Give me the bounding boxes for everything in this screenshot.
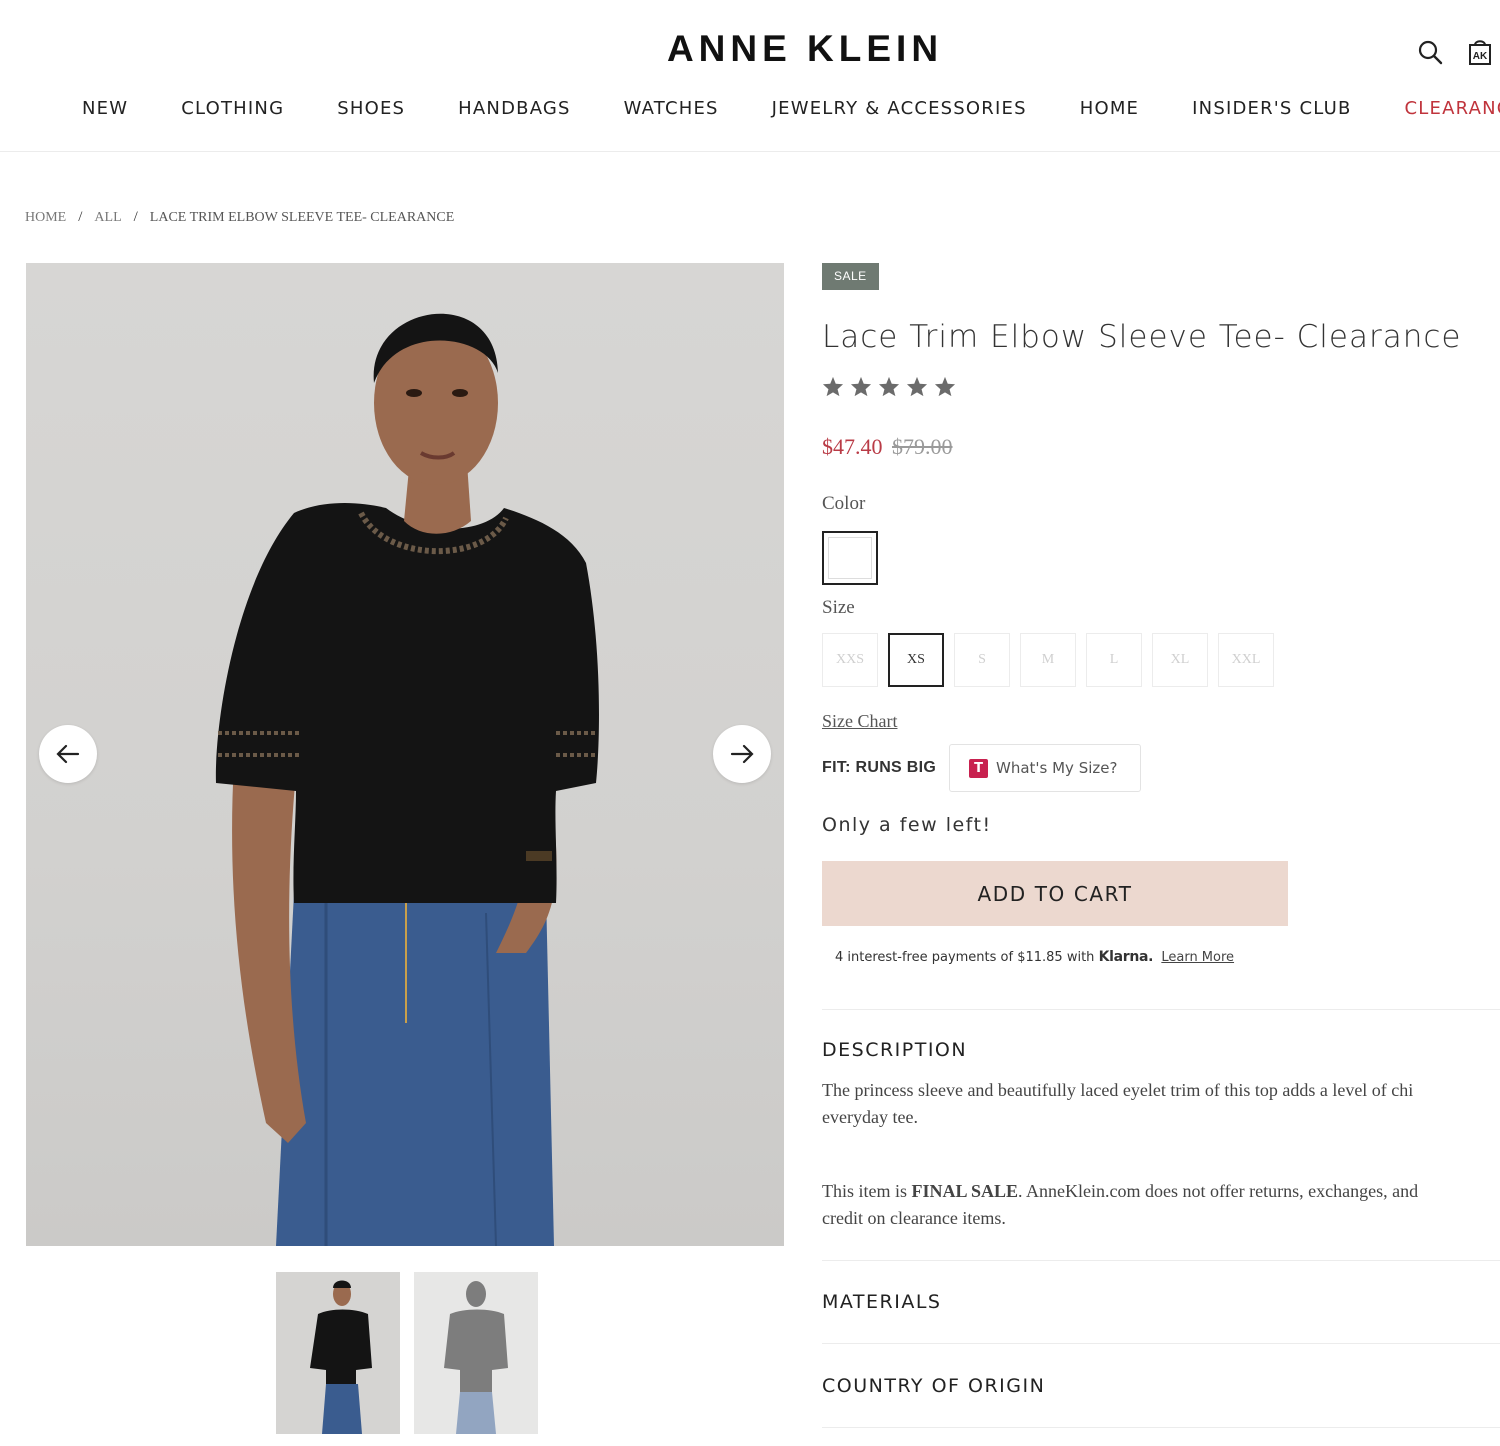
cart-icon-text: AK	[1473, 51, 1488, 62]
final-sale-bold: FINAL SALE	[911, 1181, 1019, 1201]
size-label: Size	[822, 597, 855, 618]
original-price: $79.00	[892, 434, 953, 459]
header-icons: AK	[1416, 38, 1494, 66]
size-option-m[interactable]: M	[1020, 633, 1076, 687]
thumbnail-front-image	[310, 1280, 372, 1434]
add-to-cart-button[interactable]: ADD TO CART	[822, 861, 1288, 926]
fit-note: FIT: RUNS BIG	[822, 759, 937, 776]
final-sale-line: This item is FINAL SALE. AnneKlein.com d…	[822, 1178, 1500, 1205]
description-text: The princess sleeve and beautifully lace…	[822, 1077, 1500, 1131]
model-illustration	[215, 313, 599, 1246]
final-sale-line: credit on clearance items.	[822, 1208, 1006, 1228]
final-sale-post: . AnneKlein.com does not offer returns, …	[1018, 1181, 1419, 1201]
cart-icon[interactable]: AK	[1466, 38, 1494, 66]
size-option-s[interactable]: S	[954, 633, 1010, 687]
divider	[822, 1009, 1500, 1010]
final-sale-pre: This item is	[822, 1181, 912, 1201]
price: $47.40 $79.00	[822, 434, 953, 460]
klarna-learn-more-link[interactable]: Learn More	[1161, 950, 1234, 965]
nav-item-insiders-club[interactable]: INSIDER'S CLUB	[1192, 98, 1351, 119]
sale-price: $47.40	[822, 434, 883, 459]
star-icon	[906, 376, 928, 397]
nav-item-new[interactable]: NEW	[82, 98, 128, 119]
main-nav: NEW CLOTHING SHOES HANDBAGS WATCHES JEWE…	[82, 98, 1500, 119]
breadcrumb: HOME / ALL / LACE TRIM ELBOW SLEEVE TEE-…	[25, 209, 454, 226]
size-option-xxl[interactable]: XXL	[1218, 633, 1274, 687]
color-swatch-white[interactable]	[822, 531, 878, 585]
thumbnail-back-image	[444, 1281, 508, 1434]
description-line: The princess sleeve and beautifully lace…	[822, 1080, 1414, 1100]
size-option-xl[interactable]: XL	[1152, 633, 1208, 687]
nav-item-jewelry[interactable]: JEWELRY & ACCESSORIES	[772, 98, 1027, 119]
breadcrumb-separator: /	[133, 209, 138, 225]
nav-item-handbags[interactable]: HANDBAGS	[458, 98, 571, 119]
nav-item-watches[interactable]: WATCHES	[624, 98, 719, 119]
breadcrumb-home[interactable]: HOME	[25, 210, 66, 226]
size-chart-link[interactable]: Size Chart	[822, 711, 897, 732]
divider	[822, 1260, 1500, 1261]
whats-my-size-label: What's My Size?	[996, 759, 1118, 777]
description-line: everyday tee.	[822, 1107, 918, 1127]
gallery-next-button[interactable]	[713, 725, 771, 783]
nav-item-home[interactable]: HOME	[1080, 98, 1139, 119]
klarna-text: 4 interest-free payments of $11.85 with	[835, 950, 1095, 965]
arrow-left-icon	[56, 744, 80, 764]
star-icon	[850, 376, 872, 397]
brand-logo[interactable]: ANNE KLEIN	[0, 28, 1500, 70]
breadcrumb-all[interactable]: ALL	[94, 210, 121, 226]
sale-badge: SALE	[822, 263, 879, 290]
size-selector: XXS XS S M L XL XXL	[822, 633, 1274, 687]
breadcrumb-separator: /	[78, 209, 83, 225]
whats-my-size-button[interactable]: T What's My Size?	[949, 744, 1141, 792]
star-icon	[878, 376, 900, 397]
klarna-logo: Klarna.	[1098, 949, 1154, 965]
nav-item-shoes[interactable]: SHOES	[337, 98, 405, 119]
description-heading[interactable]: DESCRIPTION	[822, 1039, 967, 1061]
size-option-xxs[interactable]: XXS	[822, 633, 878, 687]
nav-item-clothing[interactable]: CLOTHING	[181, 98, 284, 119]
product-title: Lace Trim Elbow Sleeve Tee- Clearance	[822, 319, 1462, 355]
materials-heading[interactable]: MATERIALS	[822, 1291, 941, 1313]
final-sale-notice: This item is FINAL SALE. AnneKlein.com d…	[822, 1178, 1500, 1232]
product-main-image[interactable]	[26, 263, 784, 1246]
country-of-origin-heading[interactable]: COUNTRY OF ORIGIN	[822, 1375, 1045, 1397]
thumbnail-back[interactable]	[414, 1272, 538, 1434]
site-header: ANNE KLEIN AK NEW CLOTHING SHOES HANDBAG…	[0, 0, 1500, 152]
size-option-xs[interactable]: XS	[888, 633, 944, 687]
divider	[822, 1427, 1500, 1428]
nav-item-clearance[interactable]: CLEARANC	[1405, 98, 1500, 119]
divider	[822, 1343, 1500, 1344]
search-icon[interactable]	[1416, 38, 1444, 66]
gallery-prev-button[interactable]	[39, 725, 97, 783]
stock-status: Only a few left!	[822, 814, 992, 836]
klarna-message: 4 interest-free payments of $11.85 with …	[835, 949, 1234, 965]
star-icon	[934, 376, 956, 397]
breadcrumb-current: LACE TRIM ELBOW SLEEVE TEE- CLEARANCE	[149, 209, 455, 225]
color-label: Color	[822, 493, 866, 514]
rating-stars[interactable]	[822, 376, 956, 397]
thumbnail-front[interactable]	[276, 1272, 400, 1434]
true-fit-logo-icon: T	[969, 758, 988, 778]
arrow-right-icon	[730, 744, 754, 764]
star-icon	[822, 376, 844, 397]
size-option-l[interactable]: L	[1086, 633, 1142, 687]
